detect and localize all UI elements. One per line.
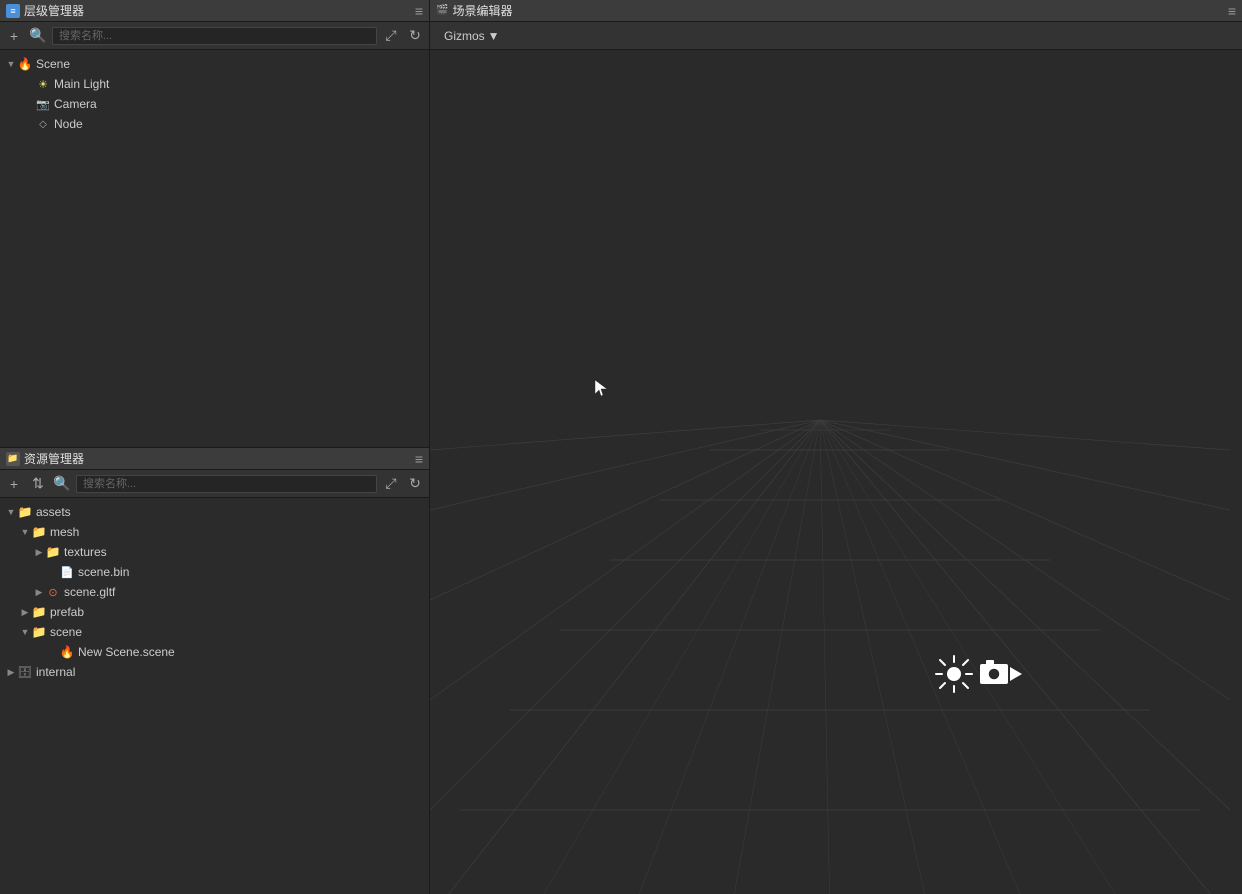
scene-folder-icon: 📁 xyxy=(32,625,46,639)
hierarchy-add-button[interactable]: + xyxy=(4,26,24,46)
tree-item-scene-bin[interactable]: 📄 scene.bin xyxy=(0,562,429,582)
tree-item-new-scene[interactable]: 🔥 New Scene.scene xyxy=(0,642,429,662)
tree-item-textures[interactable]: 📁 textures xyxy=(0,542,429,562)
textures-folder-icon: 📁 xyxy=(46,545,60,559)
scene-gltf-label: scene.gltf xyxy=(64,585,115,599)
main-light-icon: ☀ xyxy=(36,77,50,91)
hierarchy-panel: ≡ 层级管理器 ≡ + 🔍 ⤢ ↻ 🔥 Scene ☀ Main Light xyxy=(0,0,429,448)
tree-item-scene[interactable]: 🔥 Scene xyxy=(0,54,429,74)
gizmos-arrow-icon: ▼ xyxy=(488,29,500,43)
scene-editor: 🎬 场景编辑器 ≡ Gizmos ▼ xyxy=(430,0,1242,894)
gizmos-button[interactable]: Gizmos ▼ xyxy=(438,27,506,45)
gizmos-label: Gizmos xyxy=(444,29,485,43)
internal-arrow[interactable] xyxy=(4,665,18,679)
hierarchy-menu-icon[interactable]: ≡ xyxy=(415,3,423,19)
assets-icon: 📁 xyxy=(6,452,20,466)
assets-label: assets xyxy=(36,505,71,519)
prefab-label: prefab xyxy=(50,605,84,619)
camera-icon: 📷 xyxy=(36,97,50,111)
tree-item-camera[interactable]: 📷 Camera xyxy=(0,94,429,114)
hierarchy-title: 层级管理器 xyxy=(24,2,84,19)
grid-canvas xyxy=(430,50,1242,894)
node-label: Node xyxy=(54,117,83,131)
new-scene-icon: 🔥 xyxy=(60,645,74,659)
hierarchy-header: ≡ 层级管理器 ≡ xyxy=(0,0,429,22)
scene-gltf-arrow[interactable] xyxy=(32,585,46,599)
new-scene-label: New Scene.scene xyxy=(78,645,175,659)
assets-arrow[interactable] xyxy=(4,505,18,519)
scene-icon: 🔥 xyxy=(18,57,32,71)
hierarchy-search-input[interactable] xyxy=(52,27,377,45)
tree-item-scene-folder[interactable]: 📁 scene xyxy=(0,622,429,642)
hierarchy-expand-icon[interactable]: ⤢ xyxy=(381,26,401,46)
assets-title-group: 📁 资源管理器 xyxy=(6,450,84,467)
scene-arrow[interactable] xyxy=(4,57,18,71)
scene-label: Scene xyxy=(36,57,70,71)
scene-editor-menu-icon[interactable]: ≡ xyxy=(1228,3,1236,19)
hierarchy-toolbar: + 🔍 ⤢ ↻ xyxy=(0,22,429,50)
camera-label: Camera xyxy=(54,97,97,111)
mesh-label: mesh xyxy=(50,525,79,539)
assets-refresh-icon[interactable]: ↻ xyxy=(405,474,425,494)
prefab-folder-icon: 📁 xyxy=(32,605,46,619)
textures-arrow[interactable] xyxy=(32,545,46,559)
assets-toolbar: + ⇅ 🔍 ⤢ ↻ xyxy=(0,470,429,498)
main-light-label: Main Light xyxy=(54,77,109,91)
assets-menu-icon[interactable]: ≡ xyxy=(415,451,423,467)
internal-label: internal xyxy=(36,665,75,679)
scene-gizmos xyxy=(934,654,1022,694)
assets-expand-icon[interactable]: ⤢ xyxy=(381,474,401,494)
sun-gizmo-icon xyxy=(934,654,974,694)
assets-search-input[interactable] xyxy=(76,475,377,493)
assets-panel: 📁 资源管理器 ≡ + ⇅ 🔍 ⤢ ↻ 📁 assets 📁 me xyxy=(0,448,429,894)
hierarchy-icon: ≡ xyxy=(6,4,20,18)
scene-editor-title-group: 🎬 场景编辑器 xyxy=(436,2,512,19)
hierarchy-tree: 🔥 Scene ☀ Main Light 📷 Camera ◇ Node xyxy=(0,50,429,447)
left-panel: ≡ 层级管理器 ≡ + 🔍 ⤢ ↻ 🔥 Scene ☀ Main Light xyxy=(0,0,430,894)
node-icon: ◇ xyxy=(36,117,50,131)
prefab-arrow[interactable] xyxy=(18,605,32,619)
assets-add-button[interactable]: + xyxy=(4,474,24,494)
scene-gltf-icon: ⊙ xyxy=(46,585,60,599)
internal-folder-icon: 🗄 xyxy=(18,665,32,679)
scene-folder-label: scene xyxy=(50,625,82,639)
assets-tree: 📁 assets 📁 mesh 📁 textures 📄 scene.bin xyxy=(0,498,429,894)
scene-editor-title: 场景编辑器 xyxy=(452,2,512,19)
mesh-arrow[interactable] xyxy=(18,525,32,539)
tree-item-internal[interactable]: 🗄 internal xyxy=(0,662,429,682)
scene-editor-icon: 🎬 xyxy=(436,5,448,16)
hierarchy-refresh-icon[interactable]: ↻ xyxy=(405,26,425,46)
tree-item-prefab[interactable]: 📁 prefab xyxy=(0,602,429,622)
assets-title: 资源管理器 xyxy=(24,450,84,467)
camera-gizmo-icon xyxy=(978,656,1022,692)
scene-bin-icon: 📄 xyxy=(60,565,74,579)
assets-search-icon[interactable]: 🔍 xyxy=(52,474,72,494)
scene-bin-label: scene.bin xyxy=(78,565,129,579)
assets-header: 📁 资源管理器 ≡ xyxy=(0,448,429,470)
tree-item-scene-gltf[interactable]: ⊙ scene.gltf xyxy=(0,582,429,602)
tree-item-assets[interactable]: 📁 assets xyxy=(0,502,429,522)
mesh-folder-icon: 📁 xyxy=(32,525,46,539)
assets-folder-icon: 📁 xyxy=(18,505,32,519)
scene-editor-toolbar: Gizmos ▼ xyxy=(430,22,1242,50)
tree-item-mesh[interactable]: 📁 mesh xyxy=(0,522,429,542)
hierarchy-title-group: ≡ 层级管理器 xyxy=(6,2,84,19)
tree-item-main-light[interactable]: ☀ Main Light xyxy=(0,74,429,94)
hierarchy-search-icon[interactable]: 🔍 xyxy=(28,26,48,46)
scene-editor-header: 🎬 场景编辑器 ≡ xyxy=(430,0,1242,22)
assets-sort-icon[interactable]: ⇅ xyxy=(28,474,48,494)
textures-label: textures xyxy=(64,545,107,559)
scene-viewport[interactable] xyxy=(430,50,1242,894)
tree-item-node[interactable]: ◇ Node xyxy=(0,114,429,134)
scene-folder-arrow[interactable] xyxy=(18,625,32,639)
